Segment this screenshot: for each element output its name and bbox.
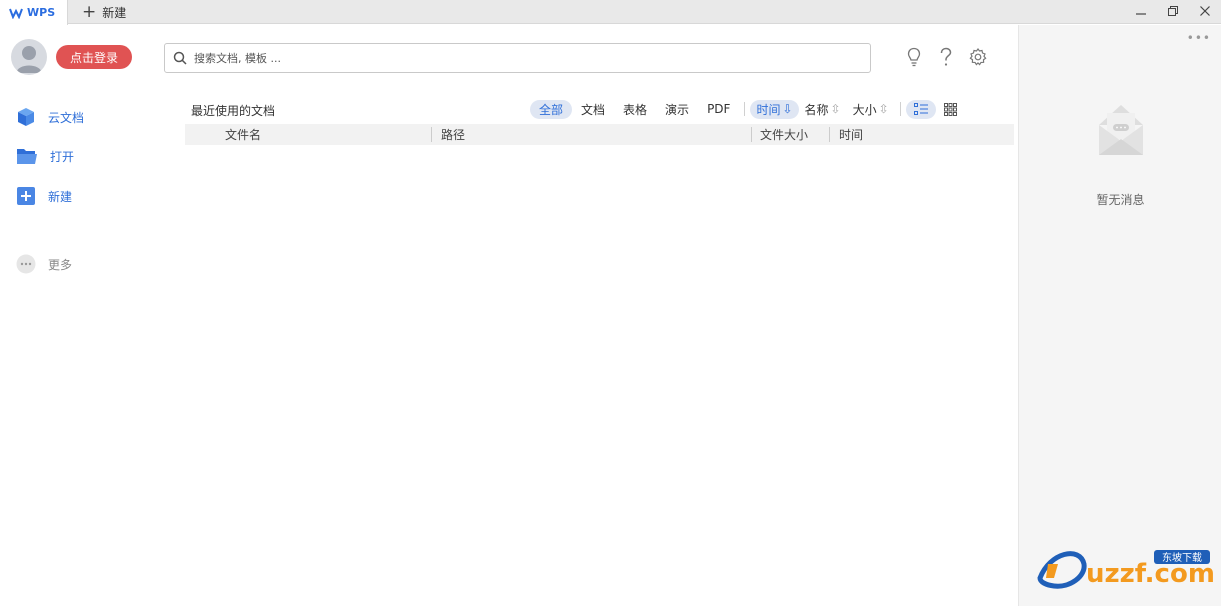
avatar[interactable]	[11, 39, 47, 75]
window-controls	[1125, 0, 1221, 24]
restore-button[interactable]	[1157, 0, 1189, 22]
sidebar-item-more[interactable]: 更多	[16, 253, 72, 275]
filter-pdf[interactable]: PDF	[698, 100, 739, 119]
message-panel: ••• 暂无消息	[1018, 25, 1221, 606]
filter-docs[interactable]: 文档	[572, 100, 614, 119]
plus-icon: +	[82, 1, 97, 22]
grid-view-icon	[944, 102, 958, 116]
help-icon	[940, 47, 952, 66]
watermark-tag: 东坡下载	[1162, 551, 1202, 564]
sort-updown-arrow-icon: ⇳	[830, 102, 841, 116]
empty-messages-label: 暂无消息	[1096, 193, 1145, 207]
filter-sheets[interactable]: 表格	[614, 100, 656, 119]
sort-down-arrow-icon: ⇩	[782, 102, 793, 116]
tab-wps[interactable]: WPS	[0, 0, 68, 25]
folder-open-icon	[17, 149, 37, 164]
sort-by-size[interactable]: 大小 ⇳	[847, 100, 895, 119]
minimize-icon	[1136, 13, 1146, 15]
sort-by-name[interactable]: 名称 ⇳	[799, 100, 847, 119]
sidebar-item-label: 云文档	[48, 110, 85, 125]
sidebar-item-label: 更多	[48, 257, 73, 272]
sidebar: 点击登录 云文档 打开 新建 更多	[0, 25, 150, 606]
new-tab-button[interactable]: + 新建	[76, 0, 132, 24]
minimize-button[interactable]	[1125, 0, 1157, 22]
uzzf-watermark-logo: uzzf.com 东坡下载	[1037, 550, 1214, 589]
search-box[interactable]	[164, 43, 871, 73]
panel-more-icon[interactable]: •••	[1187, 31, 1211, 45]
filter-bar: 全部 文档 表格 演示 PDF 时间 ⇩ 名称 ⇳ 大小 ⇳	[530, 99, 966, 119]
column-header-time[interactable]: 时间	[839, 124, 863, 145]
sort-size-label: 大小	[852, 102, 877, 117]
search-icon	[173, 51, 187, 65]
column-header-path[interactable]: 路径	[441, 124, 465, 145]
divider	[744, 102, 746, 116]
recent-docs-title: 最近使用的文档	[191, 104, 276, 118]
sidebar-item-cloud-docs[interactable]: 云文档	[16, 106, 84, 128]
sidebar-item-open[interactable]: 打开	[16, 145, 74, 167]
column-divider[interactable]	[829, 127, 830, 142]
column-header-name[interactable]: 文件名	[225, 124, 261, 145]
close-button[interactable]	[1189, 0, 1221, 22]
cloud-doc-icon	[18, 108, 34, 126]
add-doc-icon	[17, 187, 35, 205]
title-bar: WPS + 新建	[0, 0, 1221, 25]
grid-view-button[interactable]	[936, 100, 966, 119]
login-button[interactable]: 点击登录	[56, 45, 132, 69]
user-icon	[16, 46, 42, 73]
column-header-size[interactable]: 文件大小	[760, 124, 808, 145]
lightbulb-icon	[907, 47, 921, 67]
list-view-icon	[913, 103, 928, 115]
settings-button[interactable]	[968, 45, 988, 69]
sort-updown-arrow-icon: ⇳	[878, 102, 889, 116]
restore-icon	[1168, 6, 1178, 16]
help-button[interactable]	[936, 45, 956, 69]
sort-time-label: 时间	[756, 102, 781, 117]
close-icon	[1200, 6, 1210, 16]
header-tools	[904, 45, 988, 69]
new-tab-label: 新建	[102, 5, 127, 20]
more-icon	[16, 254, 36, 274]
wps-logo-icon	[9, 8, 23, 19]
search-input[interactable]	[194, 51, 794, 65]
tips-button[interactable]	[904, 45, 924, 69]
filter-all[interactable]: 全部	[530, 99, 573, 119]
sort-name-label: 名称	[804, 102, 829, 117]
filter-slides[interactable]: 演示	[656, 100, 698, 119]
list-view-button[interactable]	[905, 99, 936, 119]
tab-wps-label: WPS	[27, 6, 56, 19]
table-header: 文件名 路径 文件大小 时间	[185, 124, 1014, 145]
column-divider[interactable]	[751, 127, 752, 142]
gear-icon	[969, 48, 987, 66]
divider	[899, 102, 901, 116]
sidebar-item-label: 打开	[50, 149, 75, 164]
sort-by-time[interactable]: 时间 ⇩	[750, 99, 799, 119]
column-divider[interactable]	[431, 127, 432, 142]
sidebar-item-new[interactable]: 新建	[16, 185, 72, 207]
envelope-icon	[1099, 105, 1143, 155]
sidebar-item-label: 新建	[48, 189, 73, 204]
